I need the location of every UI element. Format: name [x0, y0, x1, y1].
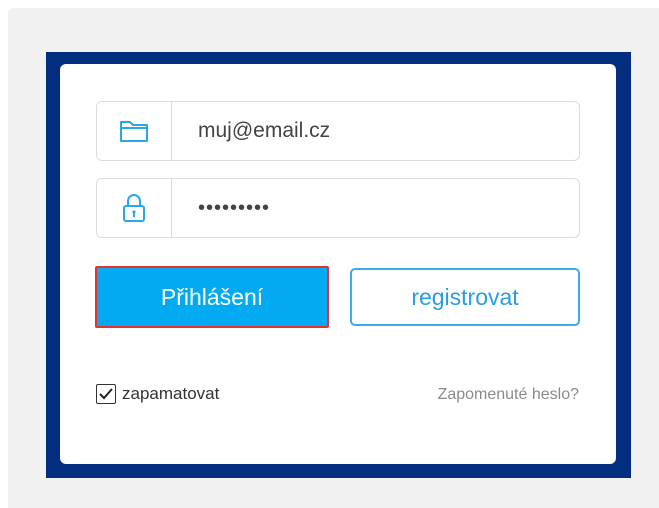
- folder-icon: [120, 121, 148, 142]
- password-field[interactable]: •••••••••: [96, 178, 580, 238]
- login-button-label: Přihlášení: [99, 270, 325, 324]
- email-field[interactable]: muj@email.cz: [96, 101, 580, 161]
- email-value[interactable]: muj@email.cz: [172, 102, 579, 160]
- checkmark-icon: [99, 388, 113, 400]
- login-button[interactable]: Přihlášení: [95, 266, 329, 328]
- lock-icon: [123, 194, 145, 222]
- remember-label: zapamatovat: [122, 384, 220, 403]
- register-button[interactable]: registrovat: [350, 268, 580, 326]
- forgot-password-link[interactable]: Zapomenuté heslo?: [438, 386, 579, 404]
- remember-me[interactable]: zapamatovat: [96, 384, 219, 404]
- email-icon-cell: [97, 102, 172, 160]
- password-value[interactable]: •••••••••: [172, 179, 579, 237]
- remember-checkbox[interactable]: [96, 384, 116, 404]
- password-icon-cell: [97, 179, 172, 237]
